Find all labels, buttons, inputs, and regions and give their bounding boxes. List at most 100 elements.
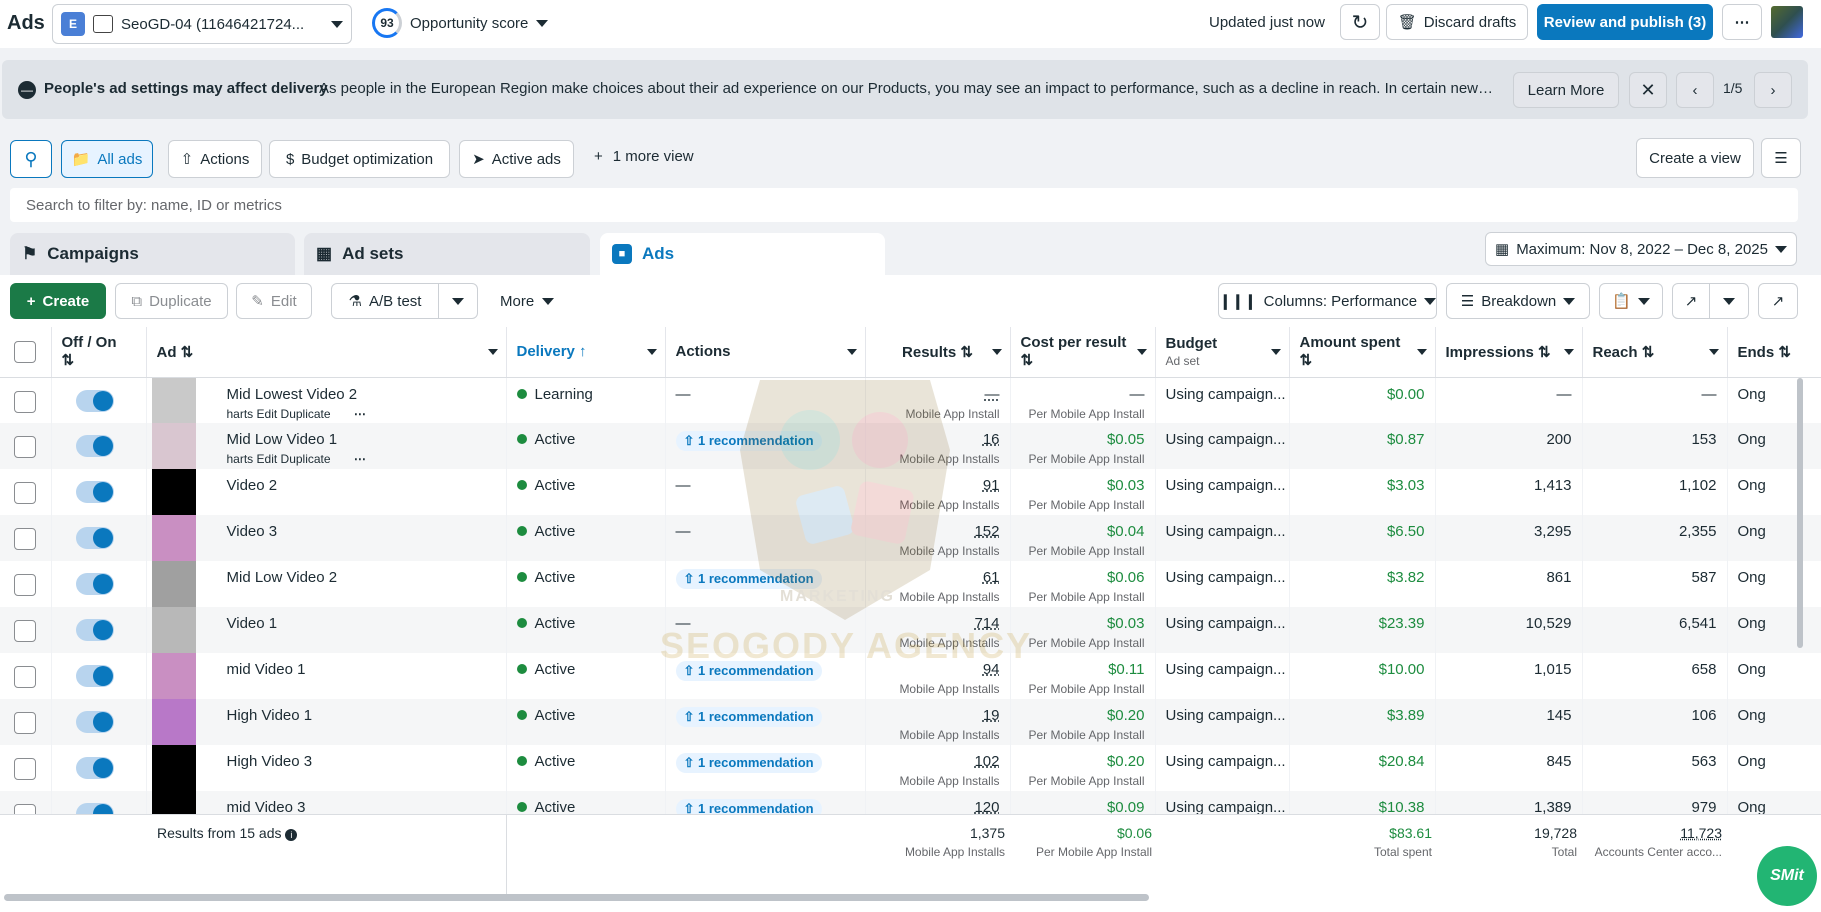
table-row[interactable]: Video 3 Active — 152 Mobile App Installs … xyxy=(0,515,1821,561)
row-checkbox[interactable] xyxy=(14,574,36,596)
chat-widget-button[interactable]: SMit xyxy=(1757,846,1817,906)
row-toggle-cell[interactable] xyxy=(51,377,147,423)
row-checkbox[interactable] xyxy=(14,436,36,458)
row-checkbox[interactable] xyxy=(14,666,36,688)
edit-button[interactable]: ✎ Edit xyxy=(236,283,312,319)
totals-reach-value[interactable]: 11,723 xyxy=(1680,825,1722,841)
view-active-ads[interactable]: ➤ Active ads xyxy=(459,140,574,178)
select-all-checkbox[interactable] xyxy=(14,340,36,363)
ad-name[interactable]: Video 1 xyxy=(227,615,278,632)
col-ends[interactable]: Ends ⇅ xyxy=(1727,327,1821,378)
recommendation-badge[interactable]: ⇧ 1 recommendation xyxy=(675,569,822,589)
view-actions[interactable]: ⇧ Actions xyxy=(168,140,262,178)
row-select-cell[interactable] xyxy=(0,607,52,653)
row-checkbox[interactable] xyxy=(14,712,36,734)
tab-campaigns[interactable]: ⚑ Campaigns xyxy=(10,233,295,275)
recommendation-badge[interactable]: ⇧ 1 recommendation xyxy=(675,661,822,681)
results-value[interactable]: 16 xyxy=(983,431,1000,448)
create-button[interactable]: + Create xyxy=(10,283,106,319)
row-quick-links[interactable]: harts Edit Duplicate ⋯ xyxy=(227,407,496,421)
recommendation-badge[interactable]: ⇧ 1 recommendation xyxy=(675,707,822,727)
ad-on-off-toggle[interactable] xyxy=(75,619,114,641)
ad-name-cell[interactable]: Mid Low Video 1 harts Edit Duplicate ⋯ xyxy=(146,423,507,469)
ad-on-off-toggle[interactable] xyxy=(75,527,114,549)
duplicate-button[interactable]: ⧉ Duplicate xyxy=(115,283,228,319)
discard-drafts-button[interactable]: 🗑 Discard drafts xyxy=(1386,4,1528,40)
opportunity-score-button[interactable]: 93 Opportunity score xyxy=(372,8,549,38)
row-select-cell[interactable] xyxy=(0,469,52,515)
view-budget-optimization[interactable]: $ Budget optimization xyxy=(269,140,450,178)
ad-thumbnail[interactable] xyxy=(151,745,196,791)
ad-name-cell[interactable]: Mid Lowest Video 2 harts Edit Duplicate ⋯ xyxy=(146,377,507,423)
table-row[interactable]: Mid Lowest Video 2 harts Edit Duplicate ⋯… xyxy=(0,377,1821,423)
results-value[interactable]: 94 xyxy=(983,661,1000,678)
row-checkbox[interactable] xyxy=(14,620,36,642)
breakdown-button[interactable]: ☰ Breakdown xyxy=(1446,283,1590,319)
ad-name-cell[interactable]: mid Video 1 xyxy=(146,653,507,699)
ad-thumbnail[interactable] xyxy=(151,561,196,607)
more-button[interactable]: More xyxy=(500,293,555,310)
select-all-cell[interactable] xyxy=(0,327,52,378)
row-toggle-cell[interactable] xyxy=(51,699,147,745)
close-banner-button[interactable]: ✕ xyxy=(1629,72,1667,108)
col-amount-spent[interactable]: Amount spent ⇅ xyxy=(1289,327,1436,378)
row-select-cell[interactable] xyxy=(0,561,52,607)
ellipsis-icon[interactable]: ⋯ xyxy=(354,452,366,466)
ad-name[interactable]: High Video 1 xyxy=(227,707,313,724)
ad-name-cell[interactable]: High Video 1 xyxy=(146,699,507,745)
col-budget[interactable]: Budget Ad set xyxy=(1155,327,1290,378)
row-toggle-cell[interactable] xyxy=(51,653,147,699)
ad-thumbnail[interactable] xyxy=(151,423,196,469)
row-select-cell[interactable] xyxy=(0,377,52,423)
ad-on-off-toggle[interactable] xyxy=(75,389,114,412)
ad-on-off-toggle[interactable] xyxy=(75,711,114,733)
ad-name[interactable]: mid Video 1 xyxy=(227,661,306,678)
col-actions[interactable]: Actions xyxy=(665,327,866,378)
account-selector[interactable]: E SeoGD-04 (11646421724... xyxy=(52,4,352,44)
row-toggle-cell[interactable] xyxy=(51,469,147,515)
table-row[interactable]: Mid Low Video 2 Active ⇧ 1 recommendatio… xyxy=(0,561,1821,607)
row-quick-links[interactable]: harts Edit Duplicate ⋯ xyxy=(227,452,496,466)
ad-on-off-toggle[interactable] xyxy=(75,435,114,457)
ad-name-cell[interactable]: Video 1 xyxy=(146,607,507,653)
more-views-button[interactable]: + 1 more view xyxy=(594,148,694,165)
ellipsis-icon[interactable]: ⋯ xyxy=(354,407,366,421)
charts-button[interactable]: ↗ xyxy=(1758,283,1798,319)
more-options-button[interactable]: ⋯ xyxy=(1722,4,1762,40)
results-value[interactable]: — xyxy=(985,386,1000,403)
ad-thumbnail[interactable] xyxy=(151,515,196,561)
row-toggle-cell[interactable] xyxy=(51,561,147,607)
col-cost-per-result[interactable]: Cost per result ⇅ xyxy=(1010,327,1156,378)
table-row[interactable]: Video 1 Active — 714 Mobile App Installs … xyxy=(0,607,1821,653)
avatar[interactable] xyxy=(1771,6,1803,38)
tab-ad-sets[interactable]: ▦ Ad sets xyxy=(304,233,590,275)
row-select-cell[interactable] xyxy=(0,515,52,561)
row-toggle-cell[interactable] xyxy=(51,423,147,469)
row-select-cell[interactable] xyxy=(0,699,52,745)
col-delivery[interactable]: Delivery ↑ xyxy=(506,327,666,378)
row-toggle-cell[interactable] xyxy=(51,607,147,653)
ad-on-off-toggle[interactable] xyxy=(75,757,114,779)
row-toggle-cell[interactable] xyxy=(51,745,147,791)
next-notice-button[interactable]: › xyxy=(1754,72,1792,108)
row-checkbox[interactable] xyxy=(14,528,36,550)
ab-test-button[interactable]: ⚗ A/B test xyxy=(331,283,439,319)
columns-button[interactable]: ❙❙❙ Columns: Performance xyxy=(1218,283,1437,319)
col-impressions[interactable]: Impressions ⇅ xyxy=(1435,327,1583,378)
view-settings-button[interactable]: ☰ xyxy=(1761,138,1801,178)
search-input[interactable]: Search to filter by: name, ID or metrics xyxy=(10,188,1798,222)
reports-button[interactable]: 📋 xyxy=(1599,283,1663,319)
row-toggle-cell[interactable] xyxy=(51,515,147,561)
date-range-picker[interactable]: ▦ Maximum: Nov 8, 2022 – Dec 8, 2025 xyxy=(1485,232,1797,266)
vertical-scrollbar[interactable] xyxy=(1797,378,1803,648)
ad-name[interactable]: Video 2 xyxy=(227,477,278,494)
table-row[interactable]: Mid Low Video 1 harts Edit Duplicate ⋯ Ac… xyxy=(0,423,1821,469)
col-off-on[interactable]: Off / On ⇅ xyxy=(51,327,147,378)
create-view-button[interactable]: Create a view xyxy=(1636,138,1754,178)
review-publish-button[interactable]: Review and publish (3) xyxy=(1537,4,1713,40)
col-reach[interactable]: Reach ⇅ xyxy=(1582,327,1728,378)
table-row[interactable]: Video 2 Active — 91 Mobile App Installs $… xyxy=(0,469,1821,515)
export-dropdown[interactable] xyxy=(1709,283,1749,319)
results-value[interactable]: 91 xyxy=(983,477,1000,494)
horizontal-scrollbar[interactable] xyxy=(4,894,1149,901)
